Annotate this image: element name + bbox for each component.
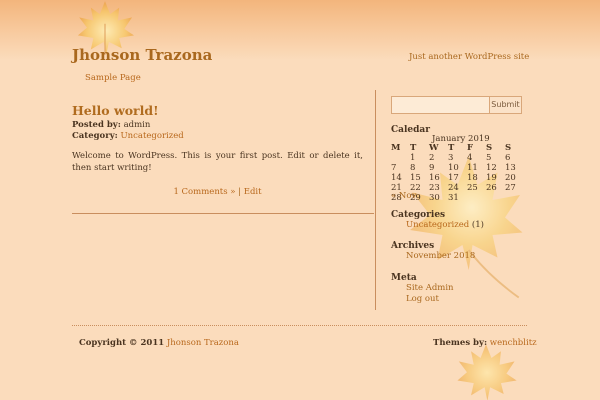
calendar-day	[486, 193, 505, 203]
nav-item-sample-page[interactable]: Sample Page	[85, 73, 141, 83]
calendar-day: 3	[448, 153, 454, 163]
post-category-link[interactable]: Uncategorized	[120, 131, 183, 141]
post-author-line: Posted by: admin	[72, 120, 150, 130]
calendar-day: 26	[486, 183, 497, 193]
footer-copyright: Copyright © 2011 Jhonson Trazona	[79, 338, 239, 348]
calendar-weekday-row: M T W T F S S	[391, 143, 524, 153]
calendar-day: 23	[429, 183, 440, 193]
calendar-day: 2	[429, 153, 435, 163]
calendar-day: 13	[505, 163, 516, 173]
footer-theme-credit: Themes by: wenchblitz	[433, 338, 537, 348]
calendar-day	[467, 193, 486, 203]
categories-widget-title: Categories	[391, 210, 446, 220]
nav-menu: Sample Page	[85, 73, 141, 83]
calendar-day: 20	[505, 173, 516, 183]
post-footer: 1 Comments » | Edit	[72, 187, 363, 197]
footer-divider	[72, 325, 527, 326]
calendar-day	[391, 153, 410, 163]
theme-author-link[interactable]: wenchblitz	[490, 338, 537, 348]
maple-leaf-icon	[457, 344, 517, 400]
search-submit-button[interactable]: Submit	[489, 96, 522, 114]
comments-link[interactable]: 1 Comments »	[173, 187, 235, 197]
calendar-day: 11	[467, 163, 478, 173]
themes-by-label: Themes by:	[433, 338, 488, 348]
calendar-day	[505, 193, 524, 203]
calendar-day: 6	[505, 153, 511, 163]
site-title[interactable]: Jhonson Trazona	[72, 46, 212, 64]
search-input[interactable]	[391, 96, 490, 114]
calendar-day: 10	[448, 163, 459, 173]
post-content: Welcome to WordPress. This is your first…	[72, 151, 363, 173]
calendar-day: 16	[429, 173, 440, 183]
weekday-header: F	[467, 143, 474, 153]
sidebar-divider	[375, 90, 376, 310]
category-item: Uncategorized (1)	[406, 220, 484, 230]
archive-link-november-2018[interactable]: November 2018	[406, 251, 475, 261]
meta-link-log-out[interactable]: Log out	[406, 294, 439, 304]
calendar-day: 25	[467, 183, 478, 193]
calendar-day: 14	[391, 173, 402, 183]
calendar-day: 30	[429, 193, 440, 203]
weekday-header: M	[391, 143, 401, 153]
calendar-prev-month-link[interactable]: « Nov	[391, 191, 416, 201]
posted-by-label: Posted by:	[72, 120, 121, 130]
calendar-day: 1	[410, 153, 416, 163]
meta-link-site-admin[interactable]: Site Admin	[406, 283, 454, 293]
calendar-day: 7	[391, 163, 397, 173]
post-category-line: Category: Uncategorized	[72, 131, 184, 141]
calendar-day: 24	[448, 183, 459, 193]
post-author: admin	[123, 120, 151, 130]
category-link-uncategorized[interactable]: Uncategorized	[406, 220, 469, 230]
meta-widget-title: Meta	[391, 273, 417, 283]
calendar-day: 4	[467, 153, 473, 163]
calendar-week-row: 7 8 9 10 11 12 13	[391, 163, 524, 173]
calendar-widget-title: Caledar	[391, 125, 431, 135]
site-tagline: Just another WordPress site	[409, 52, 530, 62]
weekday-header: W	[429, 143, 439, 153]
edit-link[interactable]: Edit	[244, 187, 262, 197]
calendar-day: 31	[448, 193, 459, 203]
archives-widget-title: Archives	[391, 241, 435, 251]
weekday-header: S	[486, 143, 493, 153]
weekday-header: S	[505, 143, 512, 153]
post-title[interactable]: Hello world!	[72, 103, 159, 118]
weekday-header: T	[410, 143, 417, 153]
footer-site-link[interactable]: Jhonson Trazona	[167, 338, 239, 348]
copyright-label: Copyright © 2011	[79, 338, 165, 348]
calendar-day: 5	[486, 153, 492, 163]
calendar-day: 12	[486, 163, 497, 173]
category-label: Category:	[72, 131, 118, 141]
calendar-day: 17	[448, 173, 459, 183]
calendar-day: 19	[486, 173, 497, 183]
category-count: (1)	[471, 220, 484, 230]
calendar-day: 18	[467, 173, 478, 183]
calendar-week-row: 1 2 3 4 5 6	[391, 153, 524, 163]
post-divider	[72, 213, 374, 214]
calendar-day: 15	[410, 173, 421, 183]
post-footer-separator: |	[235, 187, 244, 197]
calendar-day: 27	[505, 183, 516, 193]
calendar-day: 8	[410, 163, 416, 173]
calendar-week-row: 14 15 16 17 18 19 20	[391, 173, 524, 183]
calendar-day: 9	[429, 163, 435, 173]
weekday-header: T	[448, 143, 455, 153]
